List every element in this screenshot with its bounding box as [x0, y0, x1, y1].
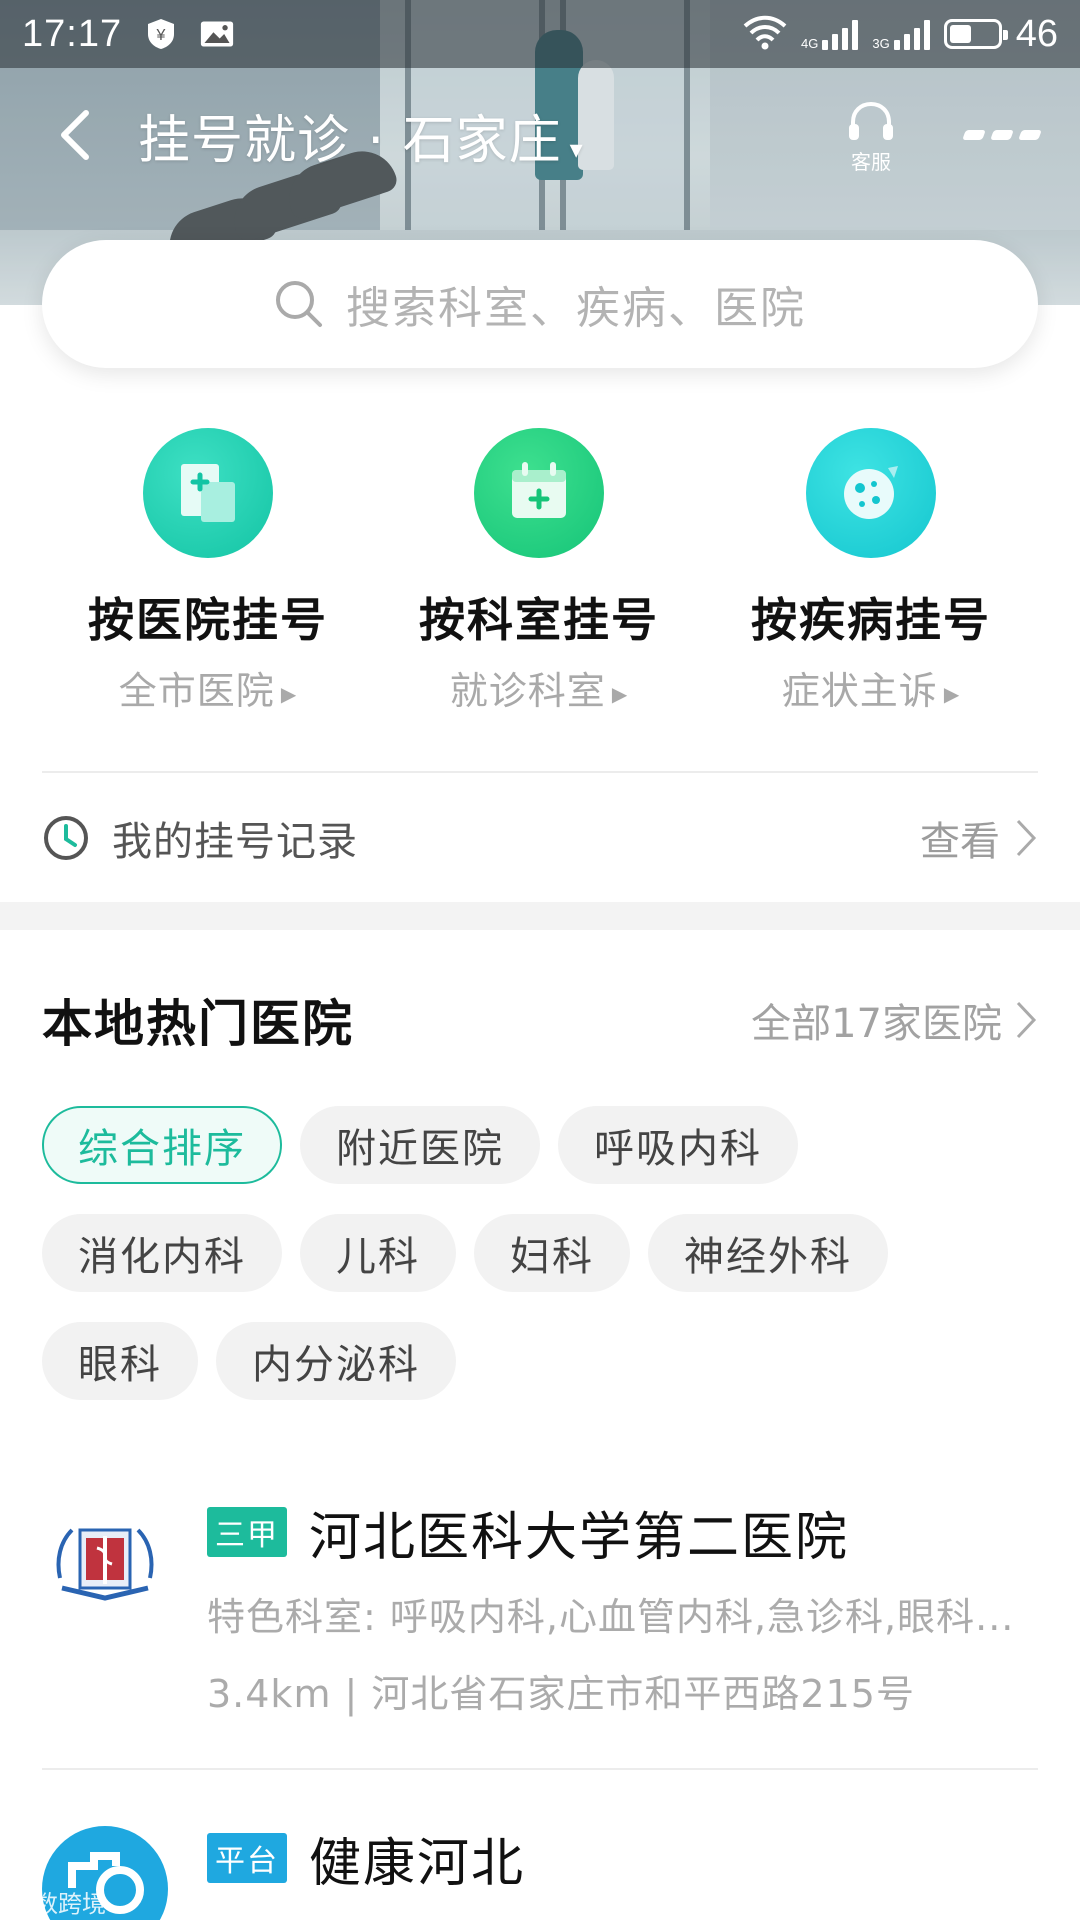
- filter-chip[interactable]: 综合排序: [42, 1106, 282, 1184]
- nav-bar: 挂号就诊 · 石家庄 ▾ 客服: [0, 80, 1080, 190]
- watermark: 大数跨境: [10, 1890, 106, 1918]
- chevron-right-icon: [1016, 819, 1037, 857]
- wifi-icon: [743, 14, 787, 54]
- filter-chip[interactable]: 眼科: [42, 1322, 198, 1400]
- divider: [42, 1768, 1038, 1770]
- entry-title: 按科室挂号: [419, 593, 659, 647]
- chevron-left-icon: [61, 110, 89, 160]
- all-hospitals-label: 全部17家医院: [751, 1001, 1002, 1047]
- svg-text:¥: ¥: [156, 27, 166, 44]
- hospital-logo: [42, 1500, 168, 1626]
- all-hospitals-link[interactable]: 全部17家医院: [751, 991, 1038, 1049]
- caret-right-icon: ▶: [943, 681, 961, 706]
- hospital-level-badge: 三甲: [207, 1507, 287, 1557]
- filter-chip[interactable]: 儿科: [300, 1214, 456, 1292]
- status-bar: 17:17 ¥ 4G 3G 46: [0, 0, 1080, 68]
- view-label: 查看: [920, 819, 1000, 865]
- view-records-link[interactable]: 查看: [920, 809, 1038, 867]
- entry-title: 按医院挂号: [88, 593, 328, 647]
- hospital-list-item[interactable]: 平台 健康河北: [42, 1826, 1038, 1920]
- network-type-1: 4G: [801, 36, 819, 51]
- filter-chip[interactable]: 呼吸内科: [558, 1106, 798, 1184]
- gallery-icon: [200, 17, 234, 51]
- caret-right-icon: ▶: [280, 681, 298, 706]
- my-registration-records[interactable]: 我的挂号记录 查看: [42, 776, 1038, 900]
- section-title: 本地热门医院: [42, 995, 354, 1053]
- caret-down-icon: ▾: [569, 134, 584, 165]
- search-bar[interactable]: 搜索科室、疾病、医院: [42, 240, 1038, 368]
- quick-entries: 按医院挂号 全市医院 ▶ 按科室挂号 就诊科室 ▶ 按疾病挂号 症状主诉 ▶: [0, 428, 1080, 713]
- virus-icon: [806, 428, 936, 558]
- filter-chip[interactable]: 附近医院: [300, 1106, 540, 1184]
- filter-chip[interactable]: 妇科: [474, 1214, 630, 1292]
- register-by-disease[interactable]: 按疾病挂号 症状主诉 ▶: [731, 428, 1011, 715]
- register-by-department[interactable]: 按科室挂号 就诊科室 ▶: [399, 428, 679, 715]
- network-type-2: 3G: [872, 36, 890, 51]
- search-icon: [276, 281, 322, 327]
- hospital-list-item[interactable]: 三甲 河北医科大学第二医院 特色科室: 呼吸内科,心血管内科,急诊科,眼科...…: [42, 1500, 1038, 1716]
- hot-hospitals-header: 本地热门医院 全部17家医院: [42, 988, 1038, 1053]
- register-by-hospital[interactable]: 按医院挂号 全市医院 ▶: [68, 428, 348, 715]
- records-label: 我的挂号记录: [112, 819, 358, 865]
- entry-title: 按疾病挂号: [751, 593, 991, 647]
- clock-icon: [44, 816, 88, 860]
- back-button[interactable]: [40, 101, 108, 169]
- city-selector[interactable]: 挂号就诊 · 石家庄 ▾: [138, 98, 584, 173]
- status-time: 17:17: [22, 12, 123, 55]
- battery-icon: [943, 19, 1008, 49]
- battery-level: 46: [1015, 12, 1058, 55]
- caret-right-icon: ▶: [611, 681, 629, 706]
- calendar-plus-icon: [474, 428, 604, 558]
- customer-service-button[interactable]: 客服: [836, 100, 906, 175]
- hospital-name: 健康河北: [309, 1833, 526, 1894]
- hospital-departments: 特色科室: 呼吸内科,心血管内科,急诊科,眼科...: [207, 1595, 1015, 1639]
- divider: [42, 771, 1038, 773]
- filter-chip[interactable]: 内分泌科: [216, 1322, 456, 1400]
- filter-chip[interactable]: 消化内科: [42, 1214, 282, 1292]
- signal-icon: [893, 18, 930, 50]
- payment-shield-icon: ¥: [144, 17, 178, 51]
- more-icon[interactable]: [962, 130, 1042, 140]
- headset-icon: [849, 101, 893, 140]
- signal-icon: [822, 18, 859, 50]
- hospital-document-icon: [143, 428, 273, 558]
- page-title: 挂号就诊 · 石家庄: [138, 110, 562, 171]
- search-placeholder: 搜索科室、疾病、医院: [346, 283, 806, 334]
- entry-subtitle: 症状主诉: [781, 669, 938, 713]
- hospital-name: 河北医科大学第二医院: [309, 1507, 850, 1568]
- hospital-address: 3.4km | 河北省石家庄市和平西路215号: [207, 1672, 915, 1716]
- hospital-type-badge: 平台: [207, 1833, 287, 1883]
- filter-chip[interactable]: 神经外科: [648, 1214, 888, 1292]
- entry-subtitle: 全市医院: [118, 669, 275, 713]
- entry-subtitle: 就诊科室: [449, 669, 606, 713]
- customer-service-label: 客服: [851, 150, 891, 174]
- section-gap: [0, 902, 1080, 930]
- chevron-right-icon: [1016, 1001, 1037, 1039]
